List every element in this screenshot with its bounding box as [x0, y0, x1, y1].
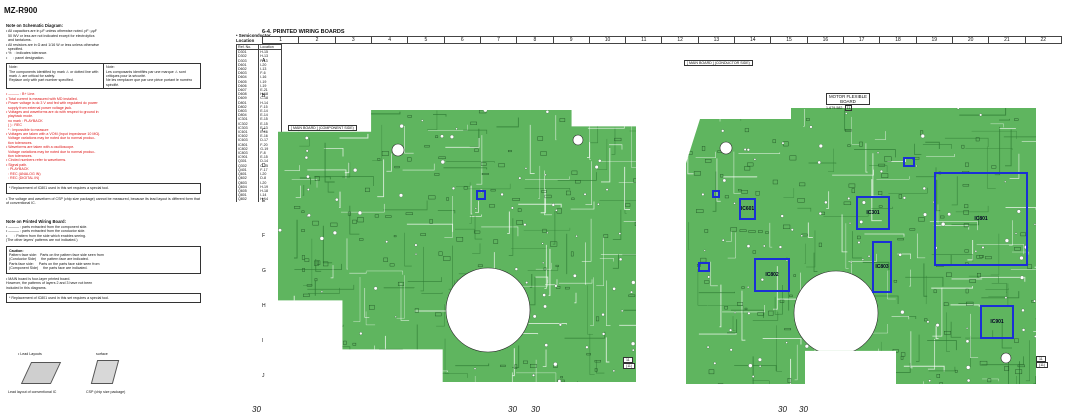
column-number: 6: [445, 37, 481, 43]
ic301-outline: IC301: [856, 196, 890, 230]
column-number: 17: [844, 37, 881, 43]
ic301-label: IC301: [866, 210, 880, 216]
flex-code-text: 1-679-582-: [826, 106, 844, 110]
csp-package-icon: [90, 360, 120, 384]
tag-11b: (11): [623, 363, 636, 369]
notes-column: Note on Schematic Diagram: • All capacit…: [6, 23, 201, 306]
motor-flexible-board-label: MOTOR FLEXIBLE BOARD: [826, 93, 870, 105]
caution-line: (Component Side) the parts face are indi…: [9, 266, 88, 271]
ic802-outline: IC802: [754, 258, 790, 292]
board-notes-heading: Note on Printed Wiring Board:: [6, 218, 66, 224]
row-letter: E: [262, 198, 266, 204]
lead-layouts-label: • Lead Layouts: [18, 352, 42, 356]
measurement-notes: • ——— : B+ Line. • Total current is measu…: [6, 92, 201, 180]
caution-box: Caution: Pattern face side: Parts on the…: [6, 245, 201, 274]
replacement-note: * Replacement of IC801 used in this set …: [6, 183, 201, 194]
column-number: 20: [953, 37, 990, 43]
row-letter: D: [262, 163, 266, 169]
semiconductor-row: Q802 H-14: [235, 197, 282, 202]
ic-small-marker: [712, 190, 720, 198]
schematic-notes-list: • All capacitors are in μF unless otherw…: [6, 29, 201, 60]
safety-note-fr: Note: Les composants identifiés par une …: [106, 65, 193, 87]
safety-note-en: Note: The components identified by mark …: [7, 64, 104, 89]
semiconductor-table: Ref. No. Location D301 H-15 D302 H-13 D303 F-…: [235, 43, 282, 202]
column-number: 12: [662, 37, 699, 43]
main-board-component-side: [278, 110, 636, 382]
page-number: 30: [252, 405, 261, 414]
model-name: MZ-R900: [4, 6, 38, 15]
ic601-label: IC601: [740, 206, 755, 212]
page-number: 30: [531, 405, 540, 414]
ic501-marker: [476, 190, 486, 200]
ic802-label: IC802: [765, 272, 779, 278]
section-title: 6-4. PRINTED WIRING BOARDS: [262, 29, 345, 35]
ic803-outline: IC803: [872, 241, 892, 293]
column-number: 7: [481, 37, 518, 43]
schematic-notes-heading: Note on Schematic Diagram:: [6, 23, 64, 28]
schematic-note-line: • : panel designation.: [6, 55, 45, 60]
service-manual-page: MZ-R900 Note on Schematic Diagram: • All…: [0, 0, 1080, 419]
page-number: 30: [508, 405, 517, 414]
row-letter: C: [262, 128, 266, 134]
surface-label: surface: [96, 352, 108, 356]
ref-number: Q802: [235, 197, 260, 202]
flex-board-code: 1-679-582- 11: [826, 105, 853, 111]
column-number: 5: [408, 37, 445, 43]
row-letters: A B C D E F G H I J: [262, 44, 270, 394]
row-letter: H: [262, 303, 266, 309]
column-number: 1: [263, 37, 300, 43]
column-number: 15: [771, 37, 808, 43]
column-number: 11: [626, 37, 663, 43]
measurement-note-line: : REC (DIGITAL IN): [6, 176, 40, 180]
main-board-note: • MAIN board is four-layer printed board…: [6, 276, 93, 290]
board-notes-list: • ——— : parts extracted from the compone…: [6, 225, 201, 243]
column-number: 8: [517, 37, 554, 43]
component-side-traces: [278, 110, 636, 382]
column-number: 3: [336, 37, 372, 43]
ic801-label: IC801: [974, 216, 988, 222]
replacement-note-2: * Replacement of IC801 used in this set …: [6, 292, 201, 304]
column-number: 9: [554, 37, 590, 43]
column-number: 4: [372, 37, 409, 43]
column-number: 10: [590, 37, 627, 43]
tag-right-11b: (11): [1036, 362, 1049, 368]
page-number: 30: [778, 405, 787, 414]
ic801-outline: IC801: [934, 172, 1028, 266]
ic-small-marker-3: [903, 157, 915, 167]
board-note-line: (The other layers' patterns are not indi…: [6, 238, 78, 243]
safety-note-box: Note: The components identified by mark …: [6, 63, 201, 90]
column-numbers: 1 2 3 4 5 6 7 8 9 10 11 12 13 14 15 16 17 18 19 20 21 22: [262, 36, 1062, 44]
caution-lines: Pattern face side: Parts on the pattern …: [9, 253, 198, 271]
conventional-ic-caption: Lead layout of conventional IC: [8, 390, 57, 394]
component-side-label: [ MAIN BOARD ] (COMPONENT SIDE): [288, 125, 357, 131]
flex-code-suffix: 11: [844, 105, 853, 111]
row-letter: A: [262, 58, 266, 64]
ic901-outline: IC901: [980, 305, 1014, 339]
column-number: 2: [299, 37, 336, 43]
column-number: 21: [989, 37, 1026, 43]
column-number: 13: [699, 37, 736, 43]
csp-note: • The voltage and waveform of CSP (chip …: [6, 196, 200, 206]
ic-small-marker-2: [698, 262, 710, 272]
conventional-ic-icon: [20, 362, 62, 384]
page-number: 30: [799, 405, 808, 414]
ic601-outline: IC601: [739, 198, 756, 220]
column-number: 14: [735, 37, 772, 43]
csp-caption: CSP (chip size package): [86, 390, 126, 394]
row-letter: F: [262, 233, 266, 239]
column-number: 16: [808, 37, 844, 43]
semiconductor-location: • Semiconductor Location Ref. No. Locati…: [235, 33, 282, 202]
lead-layouts: • Lead Layouts surface Lead layout of co…: [8, 352, 158, 398]
conductor-side-label: [ MAIN BOARD ] (CONDUCTOR SIDE): [684, 60, 753, 66]
row-letter: B: [262, 93, 266, 99]
ic901-label: IC901: [990, 319, 1004, 325]
row-letter: J: [262, 373, 265, 379]
ic803-label: IC803: [875, 264, 889, 270]
column-number: 19: [917, 37, 953, 43]
column-number: 22: [1040, 37, 1046, 43]
column-number: 18: [880, 37, 917, 43]
row-letter: I: [262, 338, 264, 344]
row-letter: G: [262, 268, 266, 274]
